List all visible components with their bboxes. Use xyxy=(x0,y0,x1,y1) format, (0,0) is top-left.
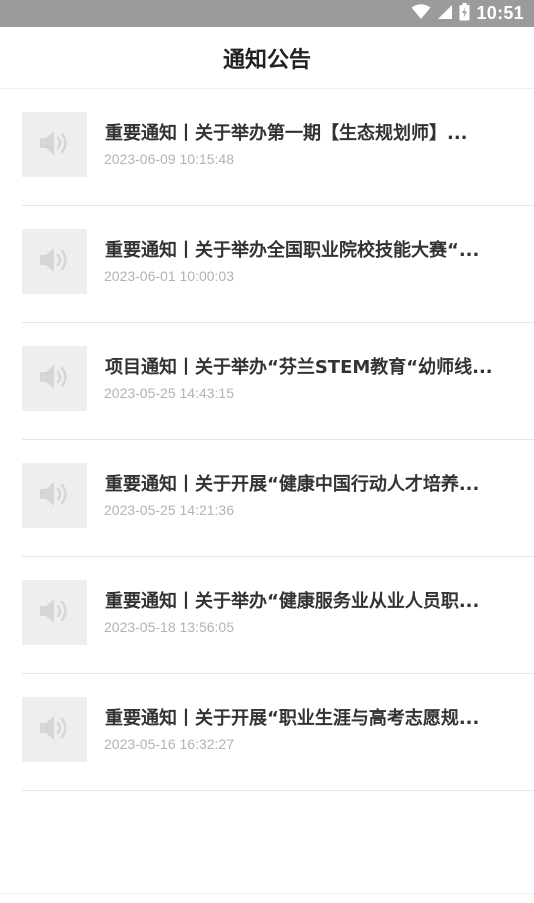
speaker-icon xyxy=(38,128,72,162)
notice-thumbnail xyxy=(22,580,87,645)
list-item[interactable]: 项目通知丨关于举办“芬兰STEM教育“幼师线... 2023-05-25 14:… xyxy=(22,323,534,440)
notice-time: 2023-05-25 14:43:15 xyxy=(104,385,234,401)
status-icons: 10:51 xyxy=(411,2,524,25)
notice-title: 重要通知丨关于举办全国职业院校技能大赛“... xyxy=(105,240,480,261)
signal-icon xyxy=(437,4,453,24)
status-time: 10:51 xyxy=(476,3,524,23)
notice-thumbnail xyxy=(22,697,87,762)
speaker-icon xyxy=(38,245,72,279)
bottom-divider xyxy=(0,893,534,894)
notice-thumbnail xyxy=(22,463,87,528)
title-bar: 通知公告 xyxy=(0,27,534,89)
list-item[interactable]: 重要通知丨关于举办“健康服务业从业人员职... 2023-05-18 13:56… xyxy=(22,557,534,674)
notice-time: 2023-06-09 10:15:48 xyxy=(104,151,234,167)
notice-title: 重要通知丨关于举办“健康服务业从业人员职... xyxy=(105,591,480,612)
speaker-icon xyxy=(38,362,72,396)
list-item[interactable]: 重要通知丨关于举办全国职业院校技能大赛“... 2023-06-01 10:00… xyxy=(22,206,534,323)
page-title: 通知公告 xyxy=(222,47,311,73)
list-item[interactable]: 重要通知丨关于开展“职业生涯与高考志愿规... 2023-05-16 16:32… xyxy=(22,674,534,791)
notice-time: 2023-05-25 14:21:36 xyxy=(104,502,234,518)
wifi-icon xyxy=(411,3,431,24)
list-item[interactable]: 重要通知丨关于举办第一期【生态规划师】... 2023-06-09 10:15:… xyxy=(22,89,534,206)
notice-title: 项目通知丨关于举办“芬兰STEM教育“幼师线... xyxy=(105,357,493,378)
speaker-icon xyxy=(38,713,72,747)
speaker-icon xyxy=(38,479,72,513)
notice-time: 2023-05-18 13:56:05 xyxy=(104,619,234,635)
notice-thumbnail xyxy=(22,346,87,411)
battery-icon xyxy=(459,2,470,25)
notice-title: 重要通知丨关于开展“职业生涯与高考志愿规... xyxy=(105,708,480,729)
notice-thumbnail xyxy=(22,229,87,294)
list-item[interactable]: 重要通知丨关于开展“健康中国行动人才培养... 2023-05-25 14:21… xyxy=(22,440,534,557)
notice-list: 重要通知丨关于举办第一期【生态规划师】... 2023-06-09 10:15:… xyxy=(0,89,534,791)
notice-time: 2023-05-16 16:32:27 xyxy=(104,736,234,752)
notice-thumbnail xyxy=(22,112,87,177)
speaker-icon xyxy=(38,596,72,630)
notice-time: 2023-06-01 10:00:03 xyxy=(104,268,234,284)
notice-title: 重要通知丨关于举办第一期【生态规划师】... xyxy=(105,123,468,144)
status-bar: 10:51 xyxy=(0,0,534,27)
notice-title: 重要通知丨关于开展“健康中国行动人才培养... xyxy=(105,474,480,495)
